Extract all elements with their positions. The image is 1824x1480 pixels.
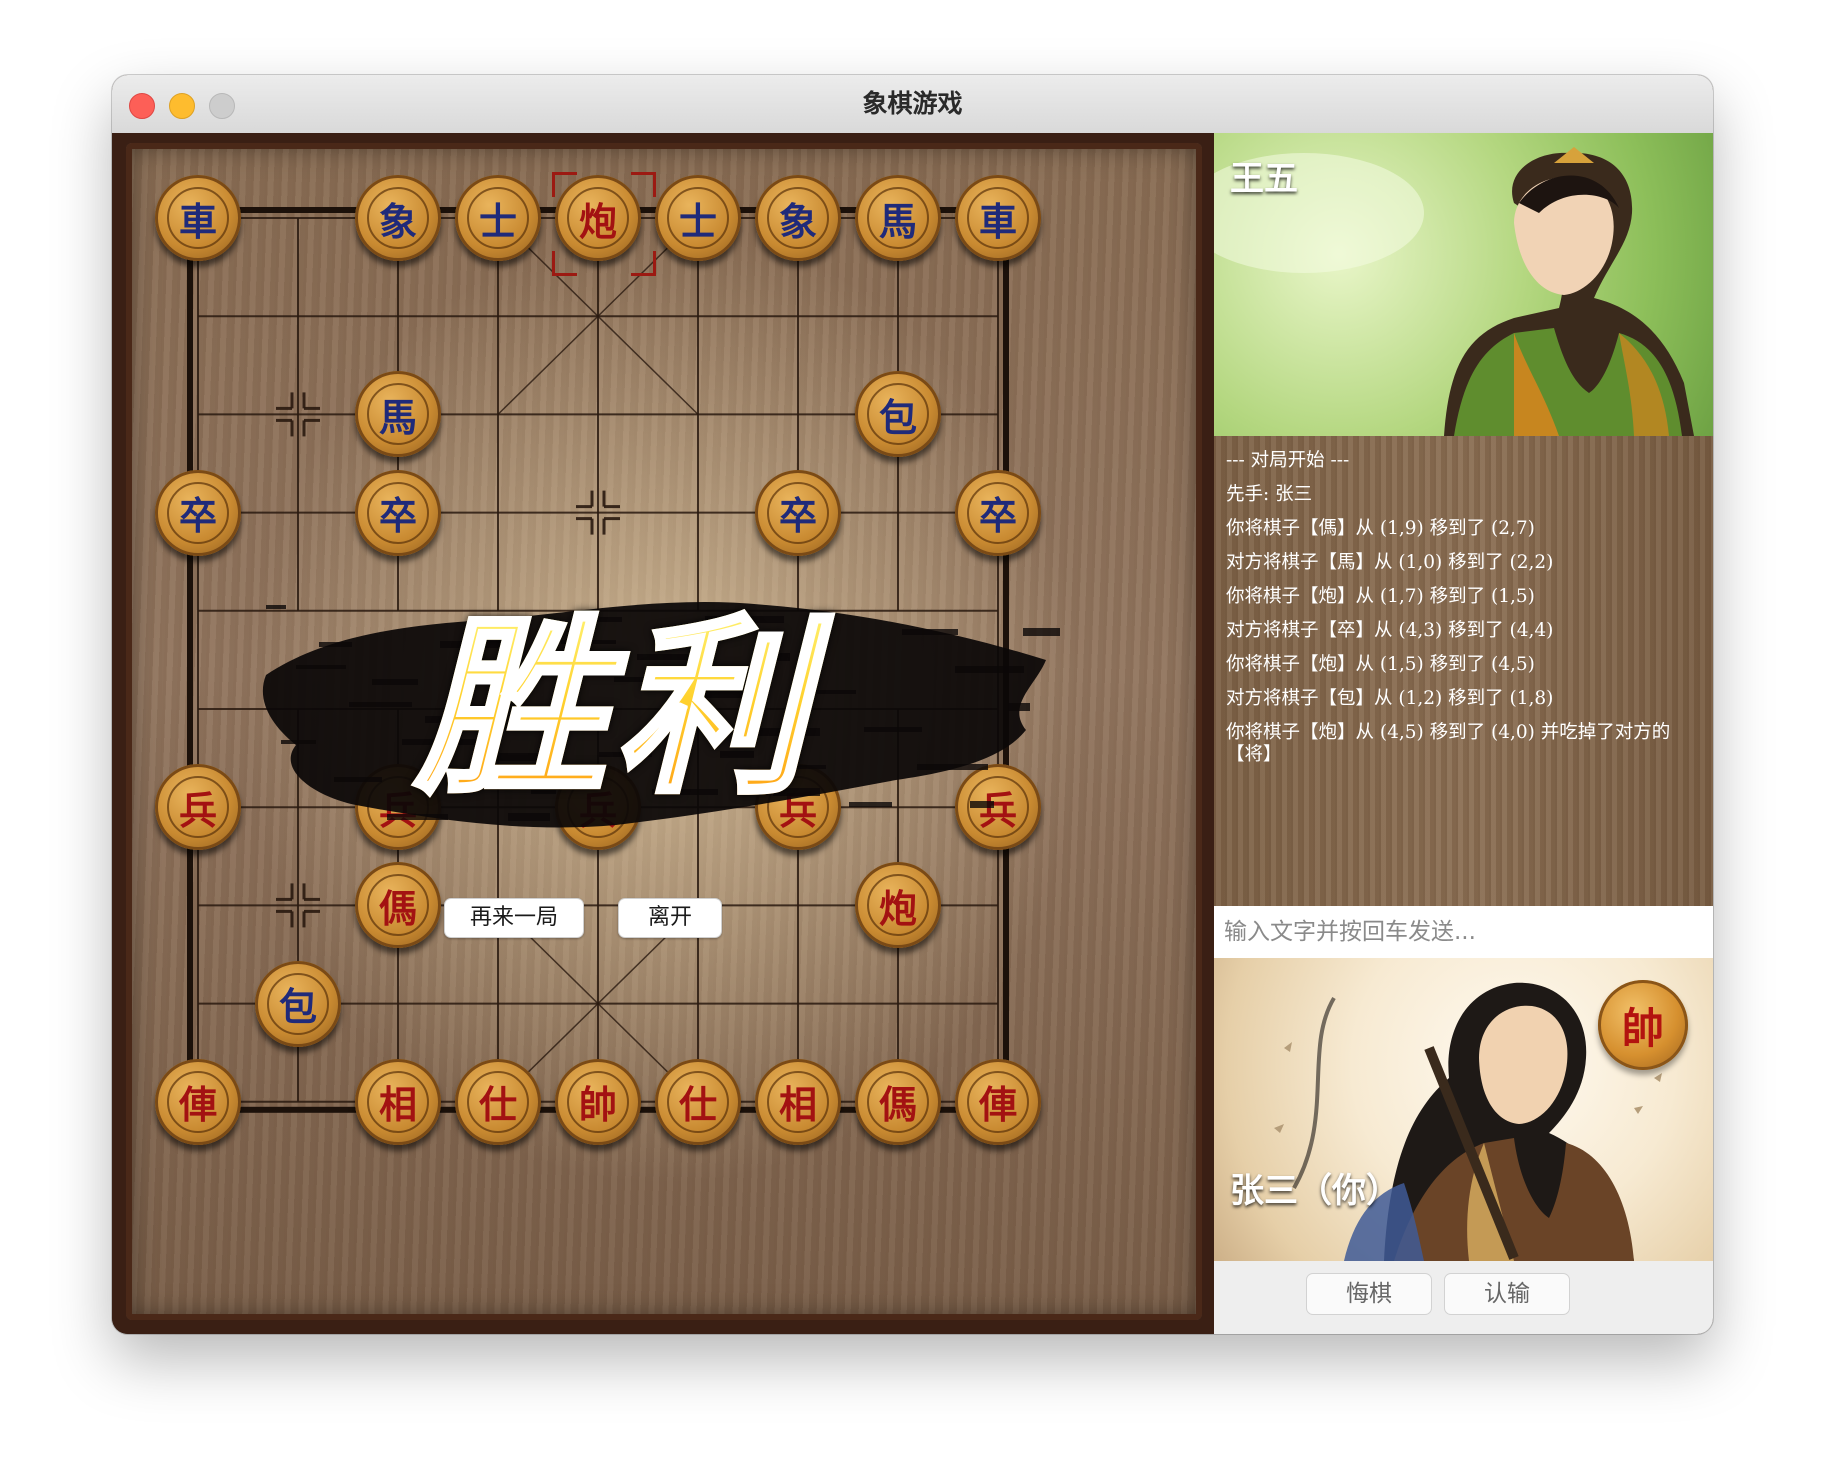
piece-label: 俥 — [178, 1082, 217, 1128]
game-log: --- 对局开始 --- 先手: 张三你将棋子【傌】从 (1,9) 移到了 (2,… — [1214, 436, 1713, 906]
log-entry: --- 对局开始 --- — [1226, 450, 1350, 471]
window-title: 象棋游戏 — [862, 89, 963, 118]
chess-piece[interactable]: 卒 — [355, 469, 441, 556]
piece-label: 兵 — [178, 787, 217, 833]
log-entry: 你将棋子【炮】从 (1,5) 移到了 (4,5) — [1226, 654, 1535, 675]
piece-label: 卒 — [378, 493, 417, 539]
player-name: 张三（你） — [1230, 1171, 1400, 1211]
piece-label: 車 — [978, 198, 1017, 244]
side-panel: 王五 --- 对局开始 --- 先手: 张三你将棋子【傌】从 (1,9) 移到了 … — [1214, 133, 1713, 1334]
board-area: 車象士炮士象馬車馬包卒卒卒卒兵兵兵兵兵傌炮包俥相仕帥仕相傌俥胜利再来一局离开 — [112, 133, 1214, 1334]
undo-button[interactable]: 悔棋 — [1306, 1273, 1432, 1315]
chess-piece[interactable]: 炮 — [855, 862, 941, 949]
selection-corner — [552, 251, 577, 276]
selection-marker — [552, 172, 656, 276]
piece-label: 炮 — [878, 885, 917, 931]
piece-label: 仕 — [478, 1082, 517, 1128]
opponent-name: 王五 — [1230, 159, 1298, 199]
chess-piece[interactable]: 象 — [355, 175, 441, 261]
victory-title: 胜利 — [376, 595, 856, 820]
player-portrait: 帥 张三（你） — [1214, 958, 1713, 1261]
piece-label: 象 — [378, 198, 417, 244]
chess-piece[interactable]: 士 — [455, 175, 541, 261]
leave-button[interactable]: 离开 — [618, 898, 722, 938]
piece-label: 士 — [478, 198, 517, 244]
chess-piece[interactable]: 包 — [855, 371, 941, 458]
player-general-badge: 帥 — [1598, 980, 1688, 1070]
piece-label: 仕 — [678, 1082, 717, 1128]
opponent-portrait: 王五 — [1214, 133, 1713, 436]
chess-piece[interactable]: 包 — [255, 960, 341, 1047]
piece-label: 傌 — [878, 1082, 917, 1128]
log-entry: 你将棋子【炮】从 (4,5) 移到了 (4,0) 并吃掉了对方的【将】 — [1226, 722, 1671, 765]
selection-corner — [631, 172, 656, 197]
piece-label: 卒 — [178, 493, 217, 539]
log-entry: 你将棋子【傌】从 (1,9) 移到了 (2,7) — [1226, 518, 1535, 539]
chess-piece[interactable]: 車 — [955, 175, 1041, 261]
chess-piece[interactable]: 卒 — [155, 469, 241, 556]
chess-piece[interactable]: 帥 — [555, 1058, 641, 1145]
chess-piece[interactable]: 相 — [355, 1058, 441, 1145]
chess-piece[interactable]: 士 — [655, 175, 741, 261]
chess-board[interactable]: 車象士炮士象馬車馬包卒卒卒卒兵兵兵兵兵傌炮包俥相仕帥仕相傌俥胜利再来一局离开 — [126, 143, 1202, 1320]
log-entry: 对方将棋子【卒】从 (4,3) 移到了 (4,4) — [1226, 620, 1554, 641]
piece-label: 帥 — [578, 1082, 617, 1128]
piece-label: 包 — [278, 984, 317, 1030]
chess-piece[interactable]: 俥 — [155, 1058, 241, 1145]
log-entry: 对方将棋子【包】从 (1,2) 移到了 (1,8) — [1226, 688, 1554, 709]
title-bar: 象棋游戏 — [112, 75, 1713, 134]
piece-label: 象 — [778, 198, 817, 244]
piece-label: 包 — [878, 394, 917, 440]
chess-piece[interactable]: 相 — [755, 1058, 841, 1145]
piece-label: 相 — [778, 1082, 817, 1128]
replay-button[interactable]: 再来一局 — [444, 898, 584, 938]
piece-label: 士 — [678, 198, 717, 244]
game-window: 象棋游戏 車象士炮士象馬車馬包卒卒卒卒兵兵兵兵兵傌炮包俥相仕帥仕相傌俥胜利再来一… — [112, 75, 1713, 1334]
chess-piece[interactable]: 車 — [155, 175, 241, 261]
piece-label: 卒 — [778, 493, 817, 539]
log-entry: 你将棋子【炮】从 (1,7) 移到了 (1,5) — [1226, 586, 1535, 607]
chess-piece[interactable]: 傌 — [355, 862, 441, 949]
chess-piece[interactable]: 兵 — [155, 764, 241, 851]
selection-corner — [552, 172, 577, 197]
chess-piece[interactable]: 仕 — [455, 1058, 541, 1145]
chess-piece[interactable]: 馬 — [855, 175, 941, 261]
log-entry: 先手: 张三 — [1226, 484, 1313, 505]
piece-label: 卒 — [978, 493, 1017, 539]
resign-button[interactable]: 认输 — [1444, 1273, 1570, 1315]
chess-piece[interactable]: 卒 — [755, 469, 841, 556]
chess-piece[interactable]: 馬 — [355, 371, 441, 458]
piece-label: 車 — [178, 198, 217, 244]
log-entry: 对方将棋子【馬】从 (1,0) 移到了 (2,2) — [1226, 552, 1554, 573]
chess-piece[interactable]: 仕 — [655, 1058, 741, 1145]
chess-piece[interactable]: 象 — [755, 175, 841, 261]
chess-piece[interactable]: 卒 — [955, 469, 1041, 556]
piece-label: 馬 — [878, 198, 917, 244]
chess-piece[interactable]: 傌 — [855, 1058, 941, 1145]
selection-corner — [631, 251, 656, 276]
piece-label: 傌 — [378, 885, 417, 931]
chat-input[interactable]: 输入文字并按回车发送... — [1214, 906, 1713, 958]
piece-label: 俥 — [978, 1082, 1017, 1128]
piece-label: 相 — [378, 1082, 417, 1128]
chess-piece[interactable]: 俥 — [955, 1058, 1041, 1145]
piece-label: 馬 — [378, 394, 417, 440]
